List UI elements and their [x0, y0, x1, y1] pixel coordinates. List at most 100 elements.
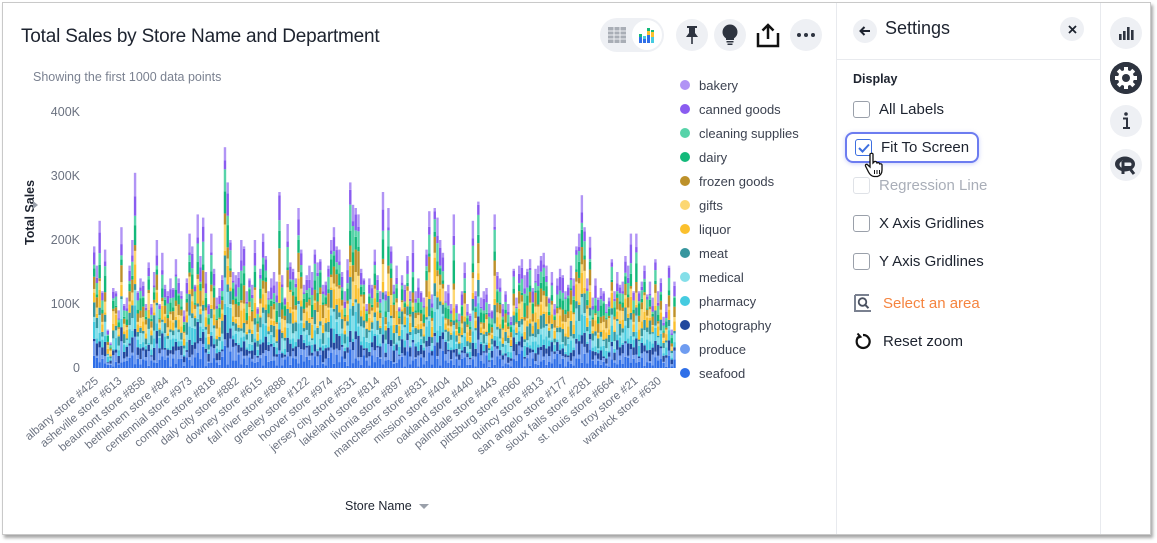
bar-segment-pharmacy[interactable]	[428, 320, 431, 337]
bar-segment-frozen-goods[interactable]	[308, 299, 311, 306]
stacked-bar[interactable]	[564, 291, 567, 368]
bar-segment-seafood[interactable]	[409, 364, 412, 368]
bar-segment-cleaning-supplies[interactable]	[289, 279, 292, 282]
bar-segment-frozen-goods[interactable]	[428, 256, 431, 273]
bar-segment-pharmacy[interactable]	[302, 339, 306, 344]
bar-segment-seafood[interactable]	[654, 357, 657, 368]
bar-segment-produce[interactable]	[414, 357, 417, 359]
bar-segment-photography[interactable]	[297, 339, 300, 348]
bar-segment-gifts[interactable]	[144, 324, 148, 334]
bar-segment-cleaning-supplies[interactable]	[327, 276, 330, 290]
bar-segment-medical[interactable]	[586, 331, 589, 343]
bar-segment-meat[interactable]	[411, 311, 415, 328]
bar-segment-dairy[interactable]	[308, 297, 311, 300]
bar-segment-cleaning-supplies[interactable]	[155, 265, 159, 270]
bar-segment-frozen-goods[interactable]	[251, 311, 254, 322]
bar-segment-gifts[interactable]	[558, 309, 562, 316]
stacked-bar[interactable]	[327, 265, 330, 368]
bar-segment-dairy[interactable]	[150, 318, 153, 322]
stacked-bar[interactable]	[556, 278, 559, 368]
bar-segment-produce[interactable]	[577, 354, 581, 359]
bar-segment-cleaning-supplies[interactable]	[474, 306, 477, 309]
bar-segment-dairy[interactable]	[556, 306, 559, 308]
stacked-bar[interactable]	[409, 291, 412, 368]
bar-segment-photography[interactable]	[403, 347, 406, 356]
stacked-bar[interactable]	[498, 278, 502, 368]
bar-segment-dairy[interactable]	[264, 277, 268, 282]
bar-segment-gifts[interactable]	[673, 317, 676, 322]
bar-segment-dairy[interactable]	[368, 296, 371, 304]
bar-segment-photography[interactable]	[381, 334, 385, 344]
stacked-bar[interactable]	[210, 233, 213, 368]
bar-segment-meat[interactable]	[142, 330, 145, 334]
bar-segment-cleaning-supplies[interactable]	[616, 291, 619, 295]
bar-segment-gifts[interactable]	[373, 288, 377, 299]
bar-segment-pharmacy[interactable]	[493, 335, 496, 341]
bar-segment-gifts[interactable]	[152, 302, 156, 313]
bar-segment-photography[interactable]	[629, 343, 633, 350]
bar-segment-seafood[interactable]	[436, 358, 439, 368]
bar-segment-cleaning-supplies[interactable]	[174, 276, 178, 290]
bar-segment-dairy[interactable]	[531, 304, 535, 314]
bar-segment-bakery[interactable]	[539, 256, 543, 261]
bar-segment-seafood[interactable]	[616, 364, 619, 368]
stacked-bar[interactable]	[517, 265, 521, 368]
bar-segment-photography[interactable]	[626, 343, 630, 356]
stacked-bar[interactable]	[174, 259, 178, 368]
bar-segment-bakery[interactable]	[392, 284, 396, 292]
bar-segment-pharmacy[interactable]	[346, 336, 349, 348]
bar-segment-produce[interactable]	[632, 354, 635, 359]
bar-segment-pharmacy[interactable]	[588, 320, 592, 334]
bar-segment-medical[interactable]	[120, 299, 123, 319]
bar-segment-frozen-goods[interactable]	[673, 306, 676, 318]
legend-item[interactable]: pharmacy	[680, 289, 799, 313]
bar-segment-bakery[interactable]	[616, 272, 619, 284]
bar-segment-meat[interactable]	[406, 306, 409, 316]
bar-segment-bakery[interactable]	[586, 278, 589, 289]
bar-segment-liquor[interactable]	[392, 324, 396, 334]
bar-segment-cleaning-supplies[interactable]	[166, 303, 169, 316]
bar-segment-seafood[interactable]	[327, 357, 330, 368]
bar-segment-dairy[interactable]	[485, 312, 488, 315]
bar-segment-produce[interactable]	[174, 350, 178, 364]
bar-segment-gifts[interactable]	[261, 288, 265, 295]
stacked-bar[interactable]	[523, 275, 526, 368]
bar-segment-photography[interactable]	[387, 328, 390, 344]
bar-segment-frozen-goods[interactable]	[406, 286, 409, 291]
bar-segment-canned-goods[interactable]	[406, 260, 409, 274]
bar-segment-produce[interactable]	[278, 350, 281, 354]
bar-segment-cleaning-supplies[interactable]	[300, 264, 303, 273]
bar-segment-bakery[interactable]	[501, 304, 505, 310]
bar-segment-gifts[interactable]	[662, 337, 665, 341]
bar-segment-meat[interactable]	[201, 304, 205, 311]
bar-segment-produce[interactable]	[477, 339, 480, 354]
stacked-bar[interactable]	[640, 281, 643, 368]
bar-segment-frozen-goods[interactable]	[468, 329, 472, 336]
bar-segment-liquor[interactable]	[629, 296, 633, 313]
bar-segment-dairy[interactable]	[498, 302, 502, 305]
bar-segment-seafood[interactable]	[185, 357, 189, 368]
stacked-bar[interactable]	[468, 313, 472, 368]
bar-segment-seafood[interactable]	[572, 365, 575, 368]
bar-segment-canned-goods[interactable]	[267, 298, 270, 300]
x-axis-gridlines-checkbox[interactable]	[853, 215, 870, 232]
bar-segment-liquor[interactable]	[463, 316, 466, 322]
bar-segment-liquor[interactable]	[256, 333, 259, 341]
bar-segment-photography[interactable]	[191, 344, 194, 355]
bar-segment-frozen-goods[interactable]	[215, 320, 219, 329]
bar-segment-dairy[interactable]	[349, 230, 352, 246]
bar-segment-dairy[interactable]	[537, 290, 540, 305]
option-x-axis-gridlines[interactable]: X Axis Gridlines	[853, 215, 984, 232]
bar-segment-photography[interactable]	[509, 358, 513, 361]
bar-segment-bakery[interactable]	[237, 272, 240, 278]
bar-segment-dairy[interactable]	[646, 308, 649, 310]
bar-segment-photography[interactable]	[340, 344, 344, 347]
bar-segment-dairy[interactable]	[256, 321, 259, 324]
bar-segment-medical[interactable]	[621, 332, 624, 343]
bar-segment-bakery[interactable]	[354, 208, 357, 215]
bar-segment-pharmacy[interactable]	[561, 343, 564, 349]
bar-segment-medical[interactable]	[201, 310, 205, 329]
bar-segment-dairy[interactable]	[340, 290, 344, 300]
bar-segment-medical[interactable]	[128, 324, 131, 330]
bar-segment-pharmacy[interactable]	[142, 342, 145, 348]
